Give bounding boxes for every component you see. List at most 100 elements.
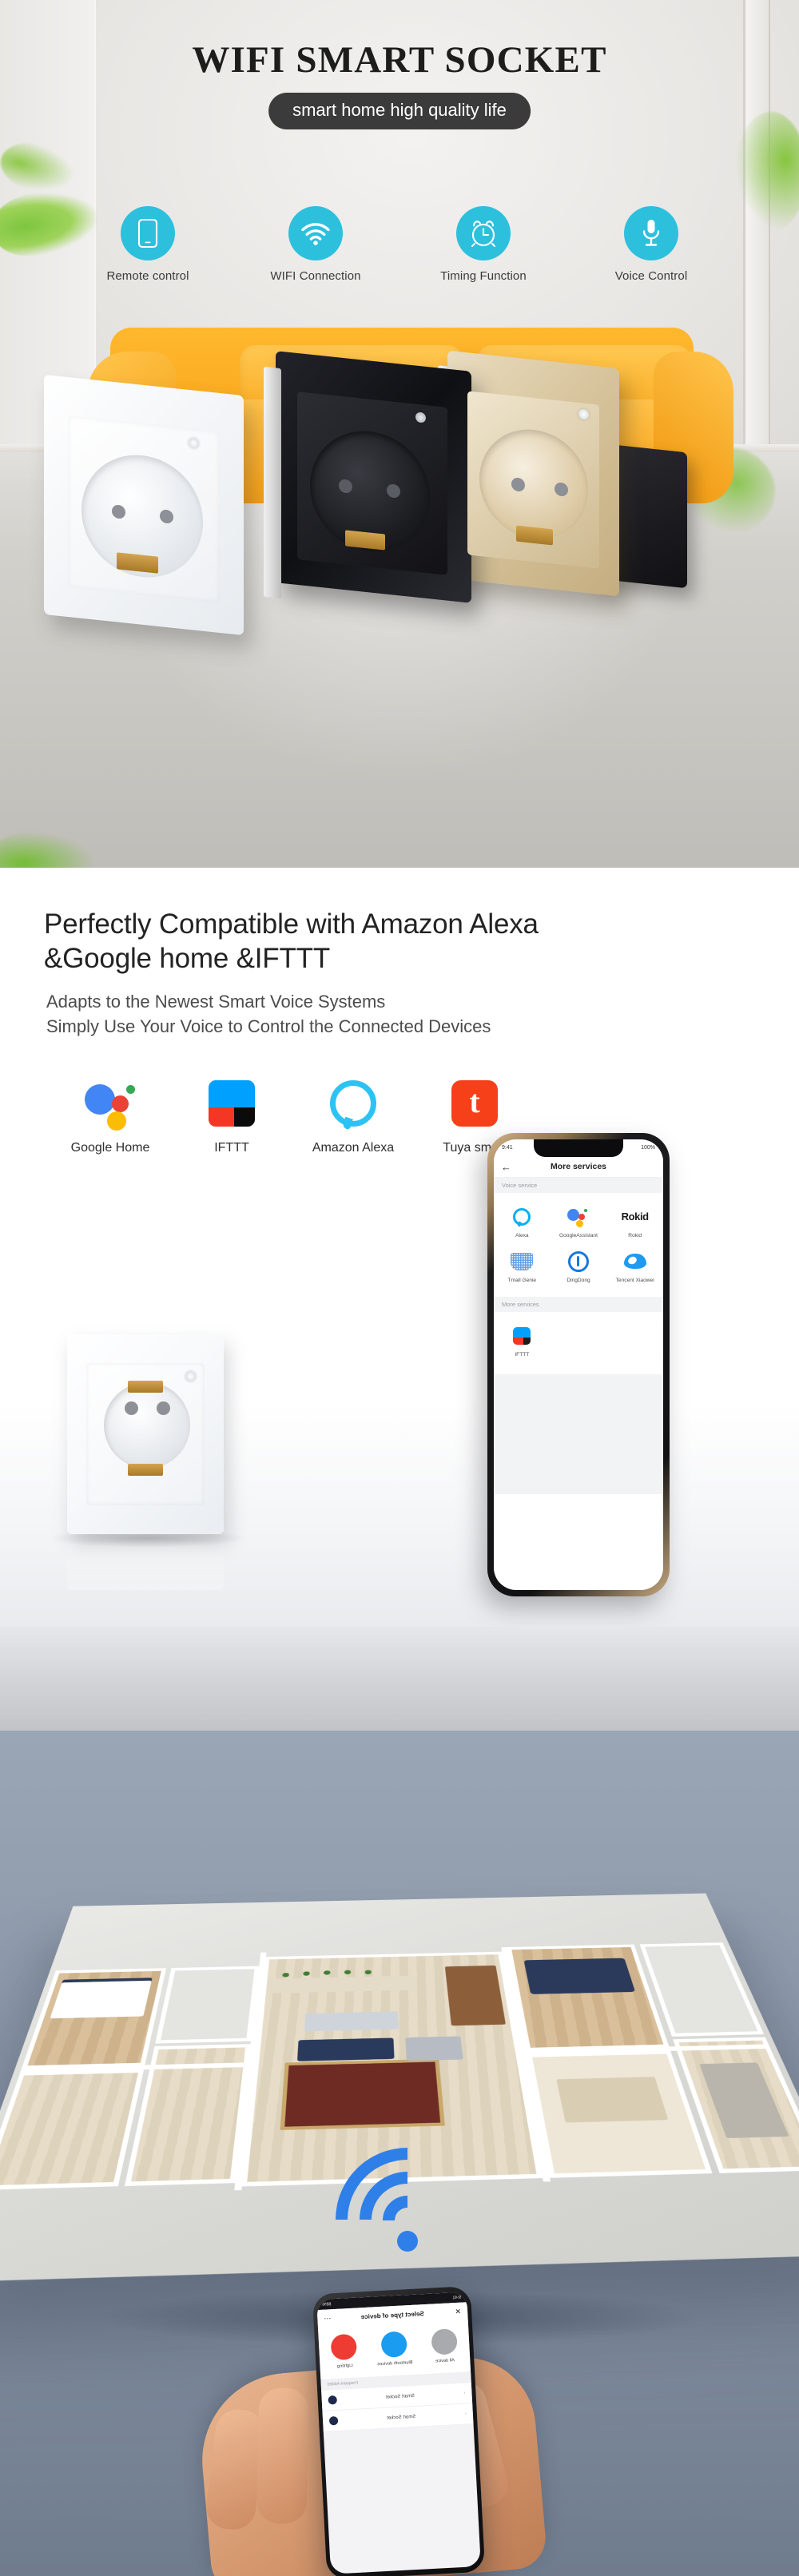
phone-mockup: 9:41 100% ← More services Voice service … (487, 1132, 670, 1596)
all-devices-icon (430, 2328, 458, 2355)
brand-google-home: Google Home (50, 1075, 171, 1155)
alexa-icon (292, 1075, 414, 1132)
section-label-voice-service: Voice service (494, 1177, 663, 1193)
status-battery: 100% (641, 1145, 655, 1151)
product-panel-black-edge (264, 366, 281, 599)
device-type-label: Bluetooth devices (377, 2359, 413, 2367)
brand-label: Google Home (70, 1140, 150, 1155)
device-thumbnail (328, 2415, 339, 2426)
feature-voice-control: Voice Control (591, 206, 711, 283)
feature-remote-control: Remote control (88, 206, 208, 283)
compat-heading: Perfectly Compatible with Amazon Alexa &… (44, 908, 799, 976)
device-type-bluetooth[interactable]: Bluetooth devices (368, 2331, 420, 2367)
close-icon[interactable]: ✕ (455, 2307, 461, 2316)
phone-screen: 9:41 100% ← More services Voice service … (494, 1139, 663, 1590)
phone-nav-title: Select type of device (360, 2309, 425, 2320)
armchair (405, 2036, 463, 2061)
device-stage: 9:41 100% ← More services Voice service … (0, 1132, 799, 1612)
ifttt-icon (171, 1075, 292, 1132)
device-name: Smart Socket (387, 2414, 416, 2421)
brand-label: IFTTT (214, 1140, 249, 1155)
room-hall-left (155, 1966, 260, 2044)
feature-list: Remote control WIFI Connection Timing Fu… (0, 206, 799, 283)
finger (256, 2387, 309, 2525)
bluetooth-icon (380, 2331, 408, 2358)
rokid-icon: Rokid (606, 1205, 663, 1229)
compat-floor (0, 1627, 799, 1731)
status-led (189, 437, 199, 449)
living-room-rug (280, 2058, 445, 2130)
device-type-all[interactable]: All device (419, 2328, 471, 2364)
back-arrow-icon[interactable]: ← (501, 1161, 511, 1173)
service-label: Tencent Xiaowei (615, 1277, 654, 1283)
socket-pin (157, 1401, 170, 1415)
feature-label: Remote control (106, 269, 189, 283)
service-label: IFTTT (515, 1351, 530, 1358)
device-thumbnail (328, 2395, 338, 2405)
compat-sub-line-1: Adapts to the Newest Smart Voice Systems (46, 992, 386, 1012)
device-type-grid: All device Bluetooth devices Lighting (317, 2320, 471, 2380)
phone-notch (534, 1139, 623, 1157)
feature-timing-function: Timing Function (423, 206, 543, 283)
status-led (185, 1370, 196, 1381)
compatibility-section: Perfectly Compatible with Amazon Alexa &… (0, 868, 799, 1731)
device-type-label: All device (435, 2358, 455, 2364)
service-item-dingdong[interactable]: DingDong (551, 1244, 607, 1289)
device-name: Smart Socket (385, 2393, 415, 2400)
service-item-rokid[interactable]: Rokid Rokid (606, 1199, 663, 1244)
socket-face-white (86, 1362, 205, 1505)
dingdong-icon (551, 1250, 607, 1274)
phone-icon (121, 206, 175, 260)
device-type-lighting[interactable]: Lighting (318, 2333, 370, 2370)
service-label: GoogleAssistant (559, 1232, 598, 1238)
status-time: 9:41 (452, 2295, 462, 2300)
room-lounge-left (0, 2069, 145, 2191)
socket-earth-contact (128, 1463, 163, 1476)
voice-service-grid: Alexa GoogleAssistant Rokid Rokid Tmall … (494, 1192, 663, 1297)
hero-section: WIFI SMART SOCKET smart home high qualit… (0, 0, 799, 868)
compat-heading-line-2: &Google home &IFTTT (44, 942, 330, 974)
phone-content-filler (494, 1373, 663, 1494)
chevron-left-icon: ‹ (463, 2390, 466, 2396)
status-led (415, 411, 426, 423)
service-item-google-assistant[interactable]: GoogleAssistant (551, 1199, 607, 1244)
compat-sub-line-2: Simply Use Your Voice to Control the Con… (46, 1016, 491, 1037)
feature-label: Timing Function (440, 269, 527, 283)
brand-amazon-alexa: Amazon Alexa (292, 1075, 414, 1155)
product-socket-white (67, 1334, 224, 1534)
alarm-clock-icon (456, 206, 511, 260)
service-item-tencent-xiaowei[interactable]: Tencent Xiaowei (606, 1244, 663, 1289)
google-assistant-icon (551, 1205, 607, 1229)
service-item-alexa[interactable]: Alexa (494, 1199, 551, 1244)
service-label: Tmall Genie (507, 1277, 537, 1283)
service-item-tmall-genie[interactable]: Tmall Genie (494, 1244, 551, 1289)
brand-ifttt: IFTTT (171, 1075, 292, 1155)
service-label: Rokid (628, 1232, 642, 1238)
status-time: 9:41 (502, 1145, 513, 1151)
wifi-icon (288, 206, 343, 260)
bed-left (50, 1978, 153, 2019)
chevron-left-icon: ‹ (464, 2411, 467, 2417)
compat-subheading: Adapts to the Newest Smart Voice Systems… (46, 990, 799, 1040)
other-service-grid: IFTTT (494, 1311, 663, 1374)
compat-heading-line-1: Perfectly Compatible with Amazon Alexa (44, 908, 539, 940)
feature-label: WIFI Connection (270, 269, 361, 283)
phone-nav-bar: ← More services (494, 1156, 663, 1178)
microphone-icon (624, 206, 678, 260)
feature-wifi-connection: WIFI Connection (256, 206, 376, 283)
service-label: Alexa (515, 1232, 529, 1238)
tuya-icon: t (414, 1075, 535, 1132)
more-options-icon[interactable]: ⋯ (324, 2314, 332, 2323)
section-label-more-services: More services (494, 1296, 663, 1312)
feature-label: Voice Control (614, 269, 688, 283)
status-battery: 88% (322, 2301, 332, 2308)
wooden-cabinet (444, 1965, 506, 2026)
hero-title: WIFI SMART SOCKET (192, 39, 607, 81)
living-room-sofa (296, 2037, 395, 2061)
brand-logo-row: Google Home IFTTT Amazon Alexa t Tuya sm… (50, 1075, 799, 1155)
socket-pin (125, 1401, 138, 1415)
status-led (578, 408, 589, 420)
service-item-ifttt[interactable]: IFTTT (494, 1318, 551, 1363)
lighting-icon (330, 2333, 358, 2361)
device-type-label: Lighting (336, 2363, 353, 2369)
